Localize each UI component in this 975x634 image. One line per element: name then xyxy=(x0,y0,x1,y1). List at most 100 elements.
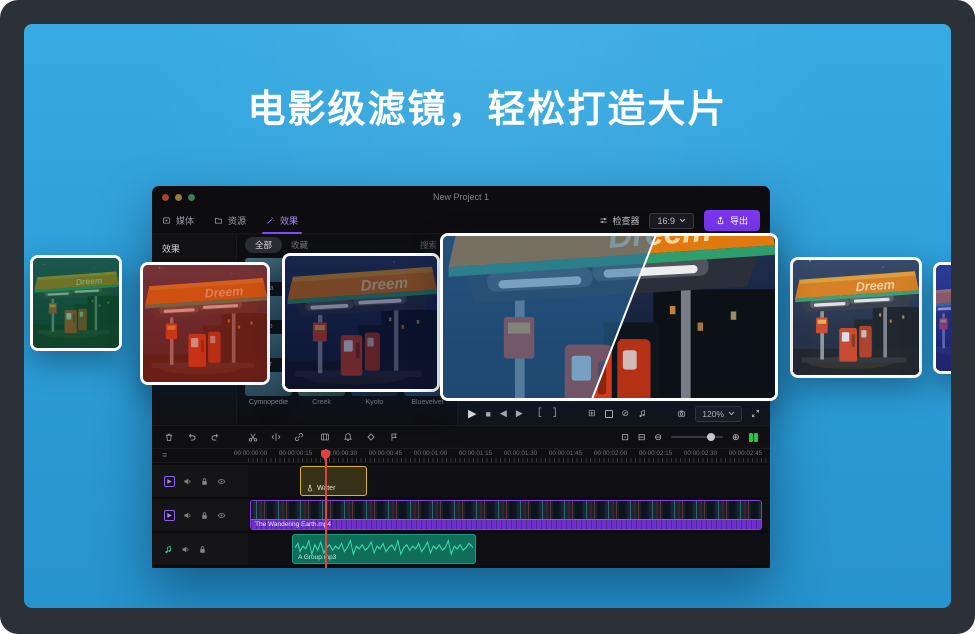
lock-icon[interactable] xyxy=(200,477,209,486)
preview-zoom-dropdown[interactable]: 120% xyxy=(695,406,742,422)
stop-button[interactable]: ■ xyxy=(485,409,490,419)
share-icon xyxy=(716,216,725,225)
window-title: New Project 1 xyxy=(152,192,770,202)
timeline-tracks: ▶ Water ▶ xyxy=(152,463,770,568)
filter-preview-card-before-after xyxy=(440,233,778,401)
snap-icon[interactable]: ⊟ xyxy=(638,432,646,443)
filter-name: Creek xyxy=(298,399,345,406)
render-clips-icon[interactable] xyxy=(749,433,759,442)
filter-tint-overlay xyxy=(936,265,951,371)
zoom-out-icon[interactable]: ⊖ xyxy=(654,432,662,443)
ruler-timestamp: 00:00:01:45 xyxy=(543,450,588,457)
timeline-ruler[interactable]: ≡ 00:00:00:0000:00:00:1500:00:00:3000:00… xyxy=(152,449,770,463)
sliders-icon xyxy=(599,216,608,225)
video-clip[interactable]: The Wandering Earth.mp4 xyxy=(250,500,762,530)
video-clip-audiobar: The Wandering Earth.mp4 xyxy=(251,519,761,529)
folder-icon xyxy=(214,216,223,225)
previous-frame-button[interactable]: ◀ xyxy=(500,408,507,419)
tab-resources-label: 资源 xyxy=(228,214,246,227)
tab-resources[interactable]: 资源 xyxy=(214,208,246,234)
mute-icon[interactable] xyxy=(181,545,190,554)
tab-media-label: 媒体 xyxy=(176,214,194,227)
fullscreen-icon[interactable] xyxy=(751,409,760,418)
tab-effects-label: 效果 xyxy=(280,214,298,227)
inspector-toggle[interactable]: 检查器 xyxy=(599,214,639,227)
visibility-eye-icon[interactable] xyxy=(217,477,226,486)
filter-preview-card-green xyxy=(30,255,122,351)
filter-name: Kyoto xyxy=(351,399,398,406)
preview-zoom-value: 120% xyxy=(702,409,724,419)
media-icon xyxy=(162,216,171,225)
sidebar-item-effects[interactable]: 效果 xyxy=(162,242,236,255)
tab-effects[interactable]: 效果 xyxy=(266,208,298,234)
crop-button[interactable] xyxy=(605,410,613,418)
next-frame-button[interactable]: ▶ xyxy=(516,408,523,419)
ruler-timestamp: 00:00:00:00 xyxy=(228,450,273,457)
tab-media[interactable]: 媒体 xyxy=(162,208,194,234)
split-clip-icon[interactable] xyxy=(271,432,281,442)
audio-clip[interactable]: A Group.mp3 xyxy=(292,534,476,564)
filter-tint-overlay xyxy=(285,256,437,389)
track-header xyxy=(152,533,248,565)
track-list-icon[interactable]: ≡ xyxy=(162,450,167,460)
audio-meter-button[interactable] xyxy=(638,409,647,418)
filter-preview-card-midnight xyxy=(282,253,440,392)
ruler-timestamp: 00:00:00:45 xyxy=(363,450,408,457)
keyframe-icon[interactable] xyxy=(366,432,376,442)
playhead-handle[interactable] xyxy=(321,450,330,458)
ruler-timestamp: 00:00:01:15 xyxy=(453,450,498,457)
grid-overlay-button[interactable]: ⊞ xyxy=(588,408,596,419)
export-button[interactable]: 导出 xyxy=(704,210,760,231)
mark-out-button[interactable]: ] xyxy=(552,408,558,419)
tab-bar: 媒体 资源 效果 检查器 xyxy=(152,208,770,234)
lock-icon[interactable] xyxy=(198,545,207,554)
screen-background: 电影级滤镜，轻松打造大片 New Project 1 媒体 xyxy=(24,24,951,608)
marker-bell-icon[interactable] xyxy=(343,432,353,442)
filter-tint-overlay xyxy=(33,258,119,348)
link-clips-icon[interactable] xyxy=(294,432,304,442)
track-video: ▶ The Wandering Earth.mp4 xyxy=(152,499,770,531)
mask-button[interactable]: ⊘ xyxy=(622,408,630,419)
track-header: ▶ xyxy=(152,465,248,497)
title-bar: New Project 1 xyxy=(152,186,770,208)
before-after-divider xyxy=(443,236,775,398)
filter-tab-all[interactable]: 全部 xyxy=(245,237,282,253)
film-icon[interactable] xyxy=(320,432,330,442)
aspect-ratio-dropdown[interactable]: 16:9 xyxy=(649,213,694,229)
track-header: ▶ xyxy=(152,499,248,531)
filter-tint-overlay xyxy=(143,265,267,382)
redo-icon[interactable] xyxy=(210,432,220,442)
video-track-icon: ▶ xyxy=(164,476,175,487)
chevron-down-icon xyxy=(728,411,735,416)
zoom-in-icon[interactable]: ⊕ xyxy=(732,432,740,443)
filter-tab-favorites[interactable]: 收藏 xyxy=(291,239,308,251)
flag-marker-icon[interactable] xyxy=(389,432,399,442)
inspector-label: 检查器 xyxy=(612,214,639,227)
filter-name: Cymnopedie xyxy=(245,399,292,406)
export-label: 导出 xyxy=(730,214,748,227)
delete-icon[interactable] xyxy=(164,432,174,442)
effect-clip-water[interactable]: Water xyxy=(300,466,367,496)
undo-icon[interactable] xyxy=(187,432,197,442)
mark-in-button[interactable]: [ xyxy=(537,408,543,419)
play-button[interactable]: ▶ xyxy=(468,407,476,420)
visibility-eye-icon[interactable] xyxy=(217,511,226,520)
filter-preview-card-natural xyxy=(790,257,922,378)
filter-tint-overlay xyxy=(793,260,919,375)
timeline-toolbar: ⊡ ⊟ ⊖ ⊕ xyxy=(152,425,770,449)
mute-icon[interactable] xyxy=(183,477,192,486)
search-placeholder: 搜索 xyxy=(420,239,437,251)
slider-knob[interactable] xyxy=(707,433,715,441)
device-frame: 电影级滤镜，轻松打造大片 New Project 1 媒体 xyxy=(0,0,975,634)
mute-icon[interactable] xyxy=(183,511,192,520)
magic-wand-icon xyxy=(266,216,275,225)
cut-icon[interactable] xyxy=(248,432,258,442)
ruler-timestamp: 00:00:02:00 xyxy=(588,450,633,457)
fit-timeline-icon[interactable]: ⊡ xyxy=(621,432,629,443)
video-track-icon: ▶ xyxy=(164,510,175,521)
snapshot-camera-button[interactable] xyxy=(677,409,686,418)
playhead-line[interactable] xyxy=(325,449,327,568)
lock-icon[interactable] xyxy=(200,511,209,520)
timeline-zoom-slider[interactable] xyxy=(671,436,723,438)
audio-clip-label: A Group.mp3 xyxy=(298,554,336,561)
